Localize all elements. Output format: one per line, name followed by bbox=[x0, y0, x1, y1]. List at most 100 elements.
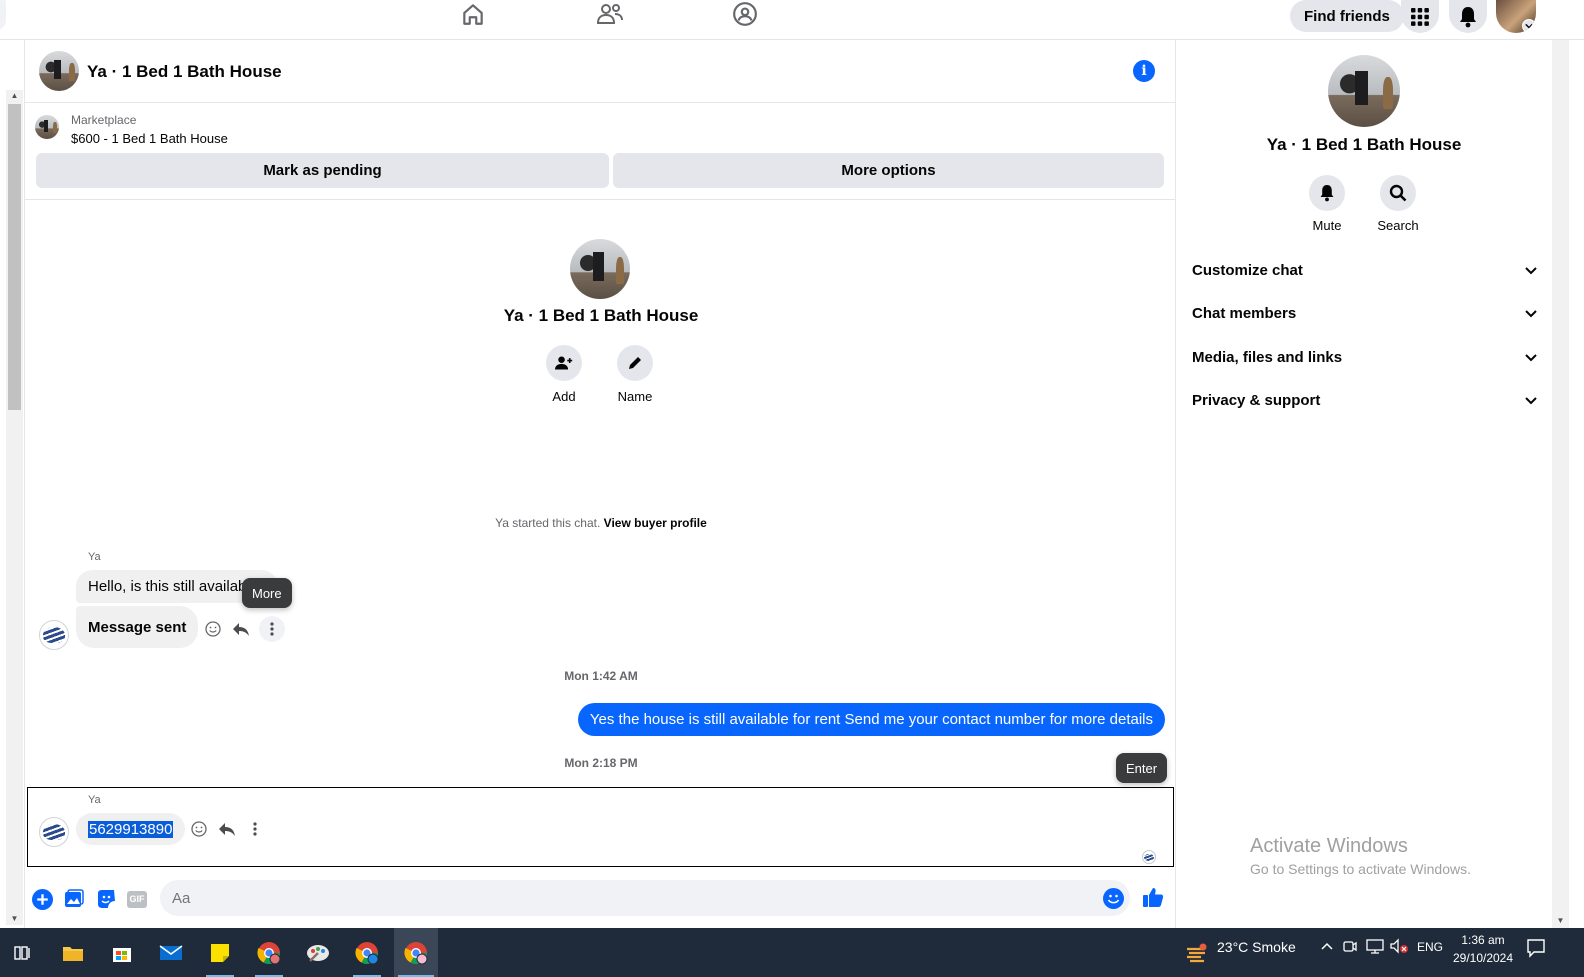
pencil-icon bbox=[617, 345, 653, 381]
gif-icon[interactable]: GIF bbox=[126, 888, 148, 910]
search-action[interactable]: Search bbox=[1368, 175, 1428, 233]
notifications-bell-icon[interactable] bbox=[1449, 0, 1487, 33]
activate-windows-watermark: Activate Windows Go to Settings to activ… bbox=[1250, 835, 1471, 877]
volume-muted-icon[interactable] bbox=[1389, 938, 1409, 957]
chat-header: Ya · 1 Bed 1 Bath House i bbox=[25, 40, 1177, 103]
scroll-down-arrow-icon[interactable]: ▼ bbox=[1552, 916, 1569, 928]
microsoft-store-icon[interactable] bbox=[100, 928, 144, 977]
chat-details-panel: Ya · 1 Bed 1 Bath House Mute Search Cust… bbox=[1176, 40, 1552, 928]
focused-message-row: Ya 5629913890 bbox=[27, 787, 1174, 867]
more-vertical-icon[interactable] bbox=[245, 819, 265, 839]
language-indicator[interactable]: ENG bbox=[1417, 940, 1443, 954]
chevron-down-icon bbox=[1525, 310, 1537, 318]
section-label: Privacy & support bbox=[1192, 391, 1321, 409]
gif-label: GIF bbox=[127, 890, 147, 908]
chat-started-note: Ya started this chat. View buyer profile bbox=[25, 516, 1177, 530]
mail-icon[interactable] bbox=[149, 928, 193, 977]
chat-scrollbar[interactable]: ▲ ▼ bbox=[6, 90, 23, 925]
clock-time: 1:36 am bbox=[1461, 933, 1505, 947]
weather-text[interactable]: 23°C Smoke bbox=[1217, 939, 1296, 955]
outgoing-message-bubble[interactable]: Yes the house is still available for ren… bbox=[577, 703, 1165, 736]
details-title: Ya · 1 Bed 1 Bath House bbox=[1266, 135, 1462, 154]
name-label: Name bbox=[617, 389, 653, 404]
chevron-down-icon bbox=[1522, 19, 1536, 33]
weather-icon[interactable] bbox=[1182, 928, 1212, 977]
customize-chat-section[interactable]: Customize chat bbox=[1192, 255, 1538, 285]
reply-icon[interactable] bbox=[231, 619, 251, 639]
view-buyer-profile-link[interactable]: View buyer profile bbox=[604, 516, 707, 530]
section-label: Media, files and links bbox=[1192, 348, 1343, 366]
add-people-action[interactable]: Add bbox=[529, 345, 599, 404]
enter-tooltip: Enter bbox=[1116, 753, 1168, 783]
windows-taskbar: 23°C Smoke ENG 1:36 am 29/10/2024 bbox=[0, 928, 1584, 977]
react-emoji-icon[interactable] bbox=[203, 619, 223, 639]
chrome-profile-icon[interactable] bbox=[247, 928, 291, 977]
file-explorer-icon[interactable] bbox=[51, 928, 95, 977]
info-icon[interactable]: i bbox=[1133, 60, 1155, 82]
started-text: Ya started this chat. bbox=[495, 516, 601, 530]
system-clock[interactable]: 1:36 am 29/10/2024 bbox=[1446, 931, 1520, 967]
top-navigation-bar: Find friends bbox=[0, 0, 1584, 40]
sticker-icon[interactable] bbox=[95, 888, 117, 910]
groups-icon[interactable] bbox=[730, 0, 760, 28]
mute-label: Mute bbox=[1312, 218, 1342, 233]
message-actions bbox=[189, 819, 265, 839]
privacy-support-section[interactable]: Privacy & support bbox=[1192, 385, 1538, 415]
search-icon bbox=[1380, 175, 1416, 211]
seen-receipt-avatar bbox=[1142, 850, 1156, 864]
details-avatar bbox=[1328, 55, 1400, 127]
message-bubble[interactable]: 5629913890 bbox=[76, 813, 186, 845]
sender-avatar[interactable] bbox=[39, 817, 69, 847]
search-label: Search bbox=[1377, 218, 1419, 233]
chat-members-section[interactable]: Chat members bbox=[1192, 298, 1538, 328]
home-icon[interactable] bbox=[458, 0, 488, 28]
chrome-profile-pc-icon[interactable] bbox=[345, 928, 389, 977]
selected-phone-number[interactable]: 5629913890 bbox=[88, 820, 174, 838]
scroll-thumb[interactable] bbox=[8, 104, 21, 410]
scroll-up-arrow-icon[interactable]: ▲ bbox=[6, 90, 23, 102]
message-input[interactable] bbox=[160, 880, 1130, 916]
plus-circle-icon[interactable] bbox=[31, 888, 53, 910]
emoji-icon[interactable] bbox=[1103, 888, 1124, 909]
profile-avatar[interactable] bbox=[1496, 0, 1536, 33]
chrome-active-icon[interactable] bbox=[394, 928, 438, 977]
mark-as-pending-button[interactable]: Mark as pending bbox=[36, 153, 609, 188]
reply-icon[interactable] bbox=[217, 819, 237, 839]
meet-now-icon[interactable] bbox=[1342, 938, 1358, 957]
watermark-line2: Go to Settings to activate Windows. bbox=[1250, 861, 1471, 877]
media-files-links-section[interactable]: Media, files and links bbox=[1192, 342, 1538, 372]
paint-icon[interactable] bbox=[296, 928, 340, 977]
chat-avatar[interactable] bbox=[39, 51, 79, 91]
add-label: Add bbox=[552, 389, 576, 404]
name-chat-action[interactable]: Name bbox=[600, 345, 670, 404]
react-emoji-icon[interactable] bbox=[189, 819, 209, 839]
message-composer: GIF bbox=[25, 875, 1177, 925]
menu-grid-icon[interactable] bbox=[1401, 0, 1439, 33]
message-bubble[interactable]: Message sent bbox=[76, 606, 199, 648]
chat-panel: Ya · 1 Bed 1 Bath House i Marketplace $6… bbox=[24, 40, 1177, 928]
section-label: Customize chat bbox=[1192, 261, 1303, 279]
chevron-down-icon bbox=[1525, 397, 1537, 405]
show-hidden-icons-chevron-icon[interactable] bbox=[1320, 940, 1334, 954]
scroll-down-arrow-icon[interactable]: ▼ bbox=[6, 913, 23, 925]
notification-center-icon[interactable] bbox=[1526, 938, 1546, 961]
network-icon[interactable] bbox=[1366, 938, 1384, 957]
sender-avatar[interactable] bbox=[39, 620, 69, 650]
listing-thumbnail[interactable] bbox=[35, 115, 59, 139]
mute-action[interactable]: Mute bbox=[1297, 175, 1357, 233]
task-view-icon[interactable] bbox=[0, 928, 44, 977]
bell-icon bbox=[1309, 175, 1345, 211]
photo-icon[interactable] bbox=[63, 888, 85, 910]
chat-title[interactable]: Ya · 1 Bed 1 Bath House bbox=[87, 62, 282, 82]
page-scrollbar[interactable]: ▼ bbox=[1552, 40, 1569, 928]
find-friends-button[interactable]: Find friends bbox=[1290, 0, 1404, 32]
thumbs-up-icon[interactable] bbox=[1142, 886, 1164, 908]
clock-date: 29/10/2024 bbox=[1452, 951, 1514, 965]
more-vertical-icon[interactable] bbox=[259, 616, 285, 642]
sticky-notes-icon[interactable] bbox=[198, 928, 242, 977]
more-options-button[interactable]: More options bbox=[613, 153, 1164, 188]
friends-icon[interactable] bbox=[595, 0, 625, 28]
message-timestamp: Mon 2:18 PM bbox=[564, 756, 638, 770]
add-person-icon bbox=[546, 345, 582, 381]
listing-price-title[interactable]: $600 - 1 Bed 1 Bath House bbox=[71, 131, 228, 146]
